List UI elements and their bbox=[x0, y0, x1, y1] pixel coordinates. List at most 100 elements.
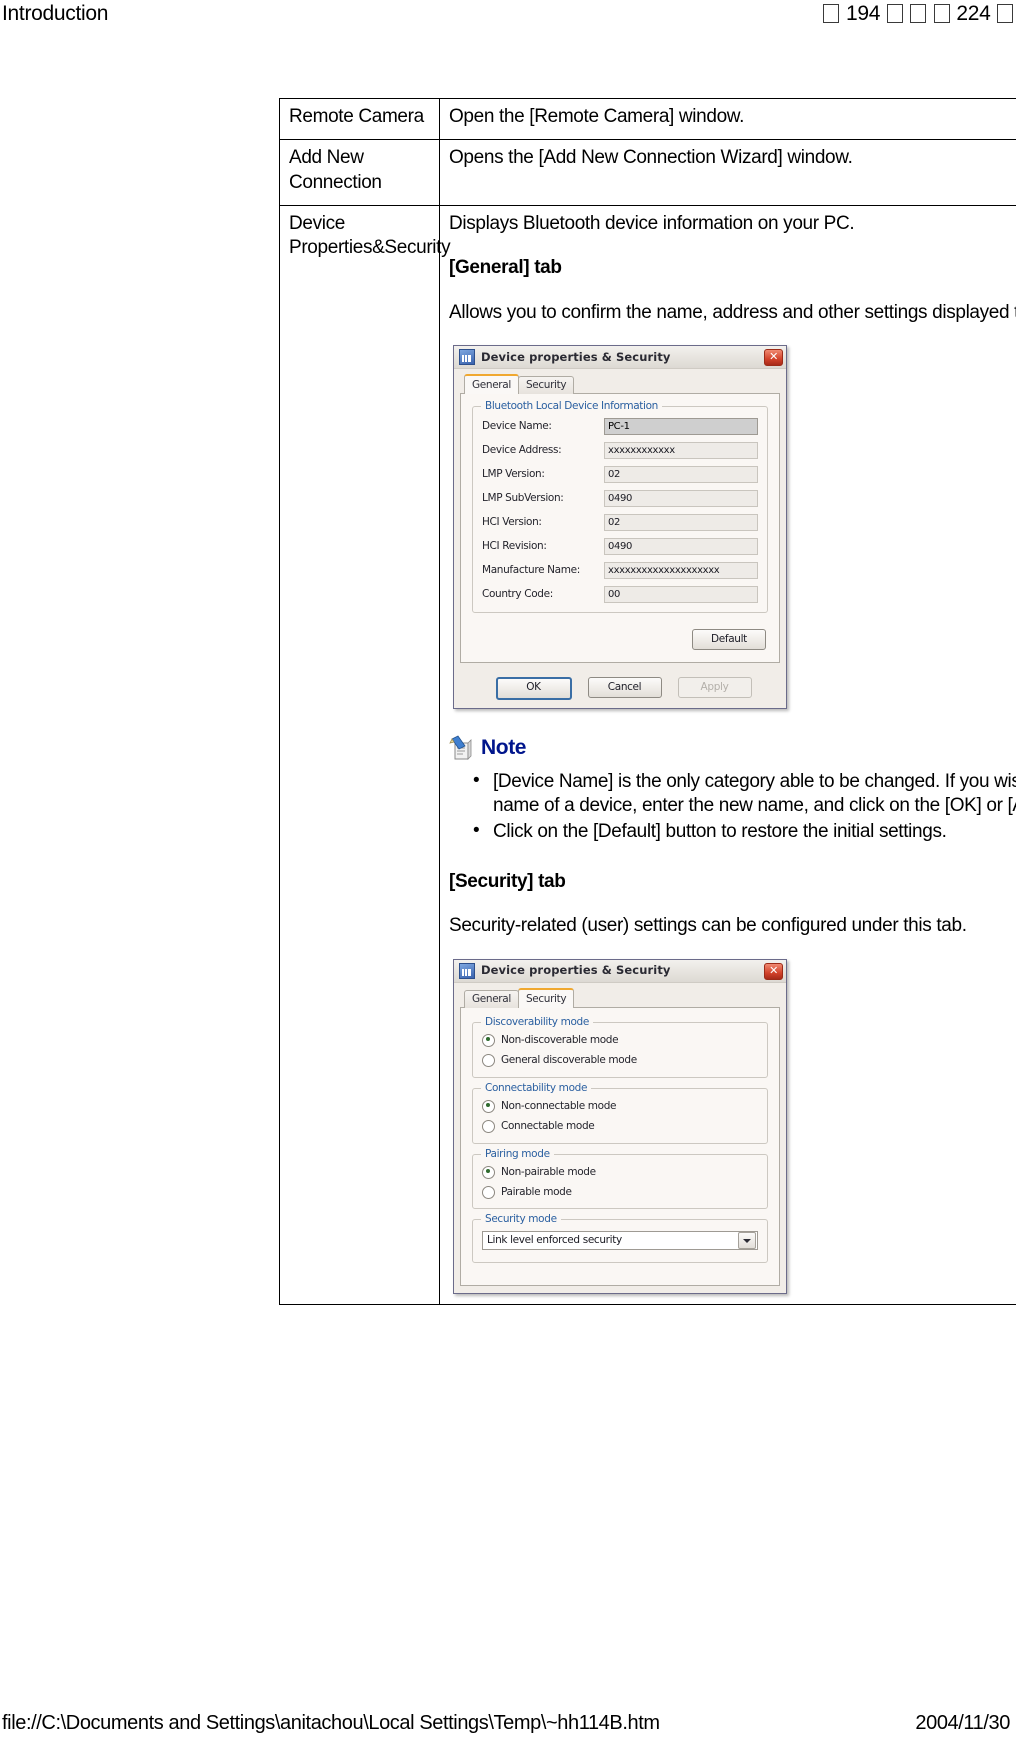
chevron-down-icon[interactable] bbox=[738, 1232, 756, 1250]
device-name-input[interactable]: PC-1 bbox=[604, 417, 758, 435]
radio-non-connectable-mode[interactable]: Non-connectable mode bbox=[482, 1100, 758, 1113]
radio-connectable-mode[interactable]: Connectable mode bbox=[482, 1120, 758, 1134]
footer-file-path: file://C:\Documents and Settings\anitach… bbox=[2, 1712, 660, 1734]
radio-label: Non-discoverable mode bbox=[501, 1033, 619, 1046]
device-properties-security-dialog-security[interactable]: Device properties & Security ✕ General S… bbox=[453, 958, 787, 1295]
table-row: Add New Connection Opens the [Add New Co… bbox=[279, 139, 1016, 206]
table-cell-term: Device Properties&Security bbox=[279, 204, 451, 1306]
desc-paragraph-security: Security-related (user) settings can be … bbox=[449, 915, 967, 937]
field-row-lmp-version: LMP Version: 02 bbox=[482, 465, 758, 483]
radio-non-discoverable-mode[interactable]: Non-discoverable mode bbox=[482, 1034, 758, 1047]
tab-security[interactable]: Security bbox=[517, 375, 575, 394]
cancel-button[interactable]: Cancel bbox=[587, 676, 662, 698]
manufacture-name-input: xxxxxxxxxxxxxxxxxxxx bbox=[604, 561, 758, 579]
note-pencil-paper-icon bbox=[449, 735, 472, 761]
field-row-country-code: Country Code: 00 bbox=[482, 585, 758, 603]
hci-revision-input: 0490 bbox=[604, 537, 758, 555]
note-bullet-item: Click on the [Default] button to restore… bbox=[473, 819, 1016, 844]
field-label: HCI Version: bbox=[482, 515, 542, 528]
field-row-lmp-subversion: LMP SubVersion: 0490 bbox=[482, 489, 758, 507]
radio-label: General discoverable mode bbox=[501, 1054, 637, 1067]
tab-strip: General Security bbox=[460, 373, 780, 394]
footer-date: 2004/11/30 bbox=[915, 1712, 1010, 1734]
group-label: Connectability mode bbox=[481, 1081, 592, 1096]
dialog-title: Device properties & Security bbox=[481, 349, 671, 364]
tab-page-general: Bluetooth Local Device Information Devic… bbox=[460, 392, 780, 663]
radio-general-discoverable-mode[interactable]: General discoverable mode bbox=[482, 1054, 758, 1068]
close-icon[interactable]: ✕ bbox=[764, 962, 783, 980]
field-row-device-name: Device Name: PC-1 bbox=[482, 417, 758, 435]
group-label: Pairing mode bbox=[481, 1147, 554, 1161]
table-cell-desc: Opens the [Add New Connection Wizard] wi… bbox=[439, 139, 1016, 206]
country-code-input: 00 bbox=[604, 585, 758, 603]
tab-general[interactable]: General bbox=[464, 989, 519, 1008]
desc-paragraph-intro: Displays Bluetooth device information on… bbox=[449, 212, 855, 234]
close-icon[interactable]: ✕ bbox=[764, 348, 783, 366]
radio-pairable-mode[interactable]: Pairable mode bbox=[482, 1185, 758, 1200]
group-label: Bluetooth Local Device Information bbox=[481, 399, 662, 414]
pairing-mode-group: Pairing mode Non-pairable mode Pairable … bbox=[472, 1147, 768, 1210]
dialog-body: General Security Bluetooth Local Device … bbox=[454, 368, 786, 670]
field-row-hci-revision: HCI Revision: 0490 bbox=[482, 537, 758, 555]
note-bullet-item: [Device Name] is the only category able … bbox=[473, 769, 1016, 818]
dialog-title: Device properties & Security bbox=[481, 963, 671, 978]
table-cell-desc: Open the [Remote Camera] window. bbox=[439, 97, 1016, 141]
tab-general[interactable]: General bbox=[464, 373, 519, 394]
security-mode-group: Security mode Link level enforced securi… bbox=[472, 1213, 768, 1264]
field-row-manufacture-name: Manufacture Name: xxxxxxxxxxxxxxxxxxxx bbox=[482, 561, 758, 579]
page-footer: file://C:\Documents and Settings\anitach… bbox=[0, 1712, 1016, 1742]
bluetooth-device-icon bbox=[459, 962, 475, 979]
group-label: Discoverability mode bbox=[481, 1015, 593, 1030]
bluetooth-local-device-information-group: Bluetooth Local Device Information Devic… bbox=[472, 399, 768, 613]
device-properties-security-dialog-general[interactable]: Device properties & Security ✕ General S… bbox=[453, 344, 787, 709]
default-button[interactable]: Default bbox=[692, 628, 766, 650]
radio-label: Non-connectable mode bbox=[501, 1099, 617, 1112]
dialog-body: General Security Discoverability mode No… bbox=[454, 982, 786, 1294]
field-label: LMP SubVersion: bbox=[482, 491, 564, 504]
command-reference-table: Remote Camera Open the [Remote Camera] w… bbox=[279, 97, 1016, 1306]
radio-label: Non-pairable mode bbox=[501, 1165, 596, 1178]
default-button-row: Default bbox=[472, 623, 768, 652]
group-label: Security mode bbox=[481, 1213, 561, 1227]
desc-paragraph-general: Allows you to confirm the name, address … bbox=[449, 301, 1016, 323]
lmp-version-input: 02 bbox=[604, 465, 758, 483]
field-label: Device Address: bbox=[482, 443, 562, 456]
tab-strip: General Security bbox=[460, 987, 780, 1008]
note-bullet-list: [Device Name] is the only category able … bbox=[449, 769, 1016, 844]
dialog-footer-buttons: OK Cancel Apply bbox=[454, 669, 786, 708]
table-cell-term: Add New Connection bbox=[279, 139, 440, 206]
field-row-hci-version: HCI Version: 02 bbox=[482, 513, 758, 531]
field-label: Country Code: bbox=[482, 587, 553, 600]
field-label: Device Name: bbox=[482, 419, 552, 432]
dialog-titlebar[interactable]: Device properties & Security ✕ bbox=[454, 959, 786, 983]
note-label: Note bbox=[481, 735, 527, 759]
ok-button[interactable]: OK bbox=[495, 676, 572, 700]
apply-button: Apply bbox=[677, 676, 752, 698]
dialog-titlebar[interactable]: Device properties & Security ✕ bbox=[454, 345, 786, 369]
radio-icon bbox=[482, 1099, 495, 1113]
table-row: Remote Camera Open the [Remote Camera] w… bbox=[279, 97, 1016, 141]
field-label: HCI Revision: bbox=[482, 539, 547, 552]
discoverability-mode-group: Discoverability mode Non-discoverable mo… bbox=[472, 1015, 768, 1078]
table-cell-desc: Displays Bluetooth device information on… bbox=[439, 204, 1016, 1306]
note-heading: Note bbox=[449, 735, 1016, 762]
radio-label: Connectable mode bbox=[501, 1120, 595, 1133]
device-address-input: xxxxxxxxxxxx bbox=[604, 441, 758, 459]
security-mode-select[interactable]: Link level enforced security bbox=[482, 1231, 758, 1251]
radio-non-pairable-mode[interactable]: Non-pairable mode bbox=[482, 1166, 758, 1179]
tab-page-security: Discoverability mode Non-discoverable mo… bbox=[460, 1006, 780, 1287]
field-row-device-address: Device Address: xxxxxxxxxxxx bbox=[482, 441, 758, 459]
table-cell-term: Remote Camera bbox=[279, 97, 440, 141]
lmp-subversion-input: 0490 bbox=[604, 489, 758, 507]
security-mode-value: Link level enforced security bbox=[487, 1234, 622, 1247]
radio-icon bbox=[482, 1033, 495, 1047]
table-row: Device Properties&Security Displays Blue… bbox=[279, 204, 1016, 1306]
connectability-mode-group: Connectability mode Non-connectable mode… bbox=[472, 1081, 768, 1144]
field-label: LMP Version: bbox=[482, 467, 545, 480]
tab-security[interactable]: Security bbox=[517, 987, 575, 1008]
bluetooth-device-icon bbox=[459, 348, 475, 365]
radio-icon bbox=[482, 1165, 495, 1179]
radio-icon bbox=[482, 1186, 495, 1200]
hci-version-input: 02 bbox=[604, 513, 758, 531]
radio-label: Pairable mode bbox=[501, 1185, 572, 1198]
